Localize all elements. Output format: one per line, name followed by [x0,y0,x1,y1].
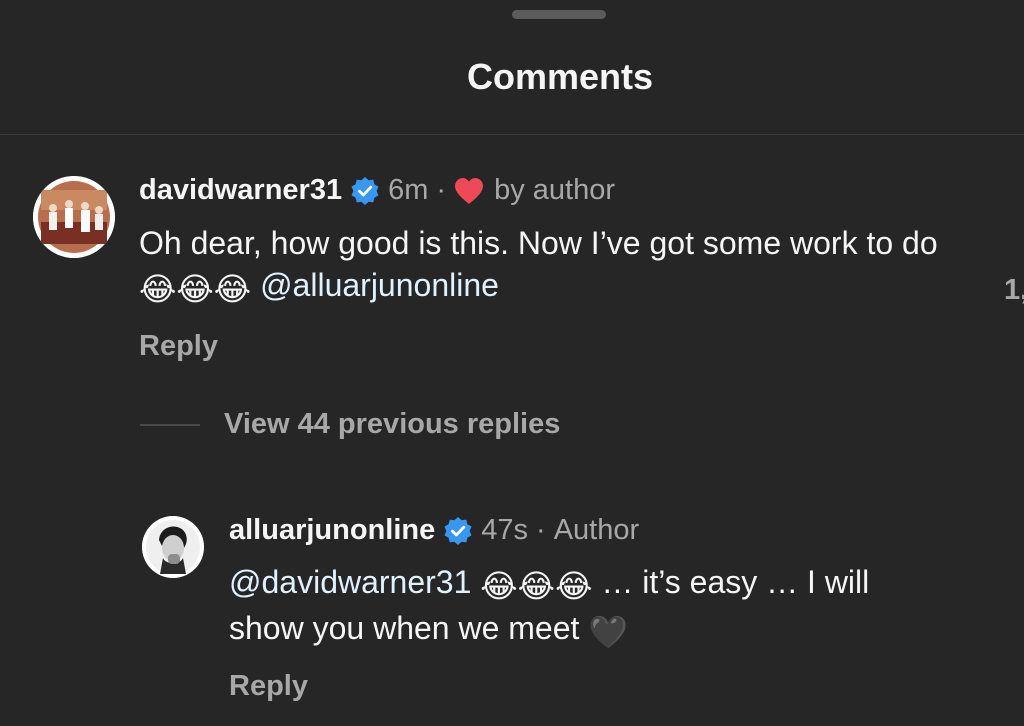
reply-button[interactable]: Reply [139,330,218,363]
like-count[interactable]: 1, [1004,274,1024,307]
verified-badge-icon [444,516,472,545]
avatar-alluarjunonline[interactable] [142,516,204,578]
verified-badge-icon [351,176,379,205]
heart-icon [455,177,484,204]
comment-time: 6m [388,174,429,206]
comment-body: Oh dear, how good is this. Now I’ve got … [139,222,939,310]
comment-username[interactable]: davidwarner31 [139,174,342,207]
author-label: Author [553,514,640,546]
comment-mention-link[interactable]: @alluarjunonline [260,267,499,303]
comment-text: Oh dear, how good is this. Now I’ve got … [139,225,938,261]
black-heart-emoji-icon: 🖤 [588,614,629,650]
comment-meta: davidwarner31 6m · by author [139,174,615,207]
meta-separator: · [536,514,546,546]
sheet-grab-handle[interactable] [512,10,606,19]
liked-by-author-label: by author [494,174,615,206]
reply-meta: alluarjunonline 47s · Author [229,514,639,547]
view-previous-replies-button[interactable]: View 44 previous replies [140,408,560,441]
reply-body: @davidwarner31 😂😂😂 … it’s easy … I will … [229,561,949,653]
avatar-photo [33,176,115,258]
thread-line [140,423,200,426]
header-divider [0,134,1024,135]
view-replies-label: View 44 previous replies [224,408,561,440]
laughing-emoji-icon: 😂😂😂 [480,568,593,604]
meta-separator: · [436,174,447,206]
avatar-davidwarner31[interactable] [33,176,115,258]
reply-username[interactable]: alluarjunonline [229,514,435,547]
reply-button[interactable]: Reply [229,670,308,703]
laughing-emoji-icon: 😂😂😂 [139,271,252,307]
sheet-title: Comments [466,56,654,97]
avatar-photo [142,516,204,578]
reply-time: 47s [481,514,529,546]
reply-mention-link[interactable]: @davidwarner31 [229,564,471,600]
